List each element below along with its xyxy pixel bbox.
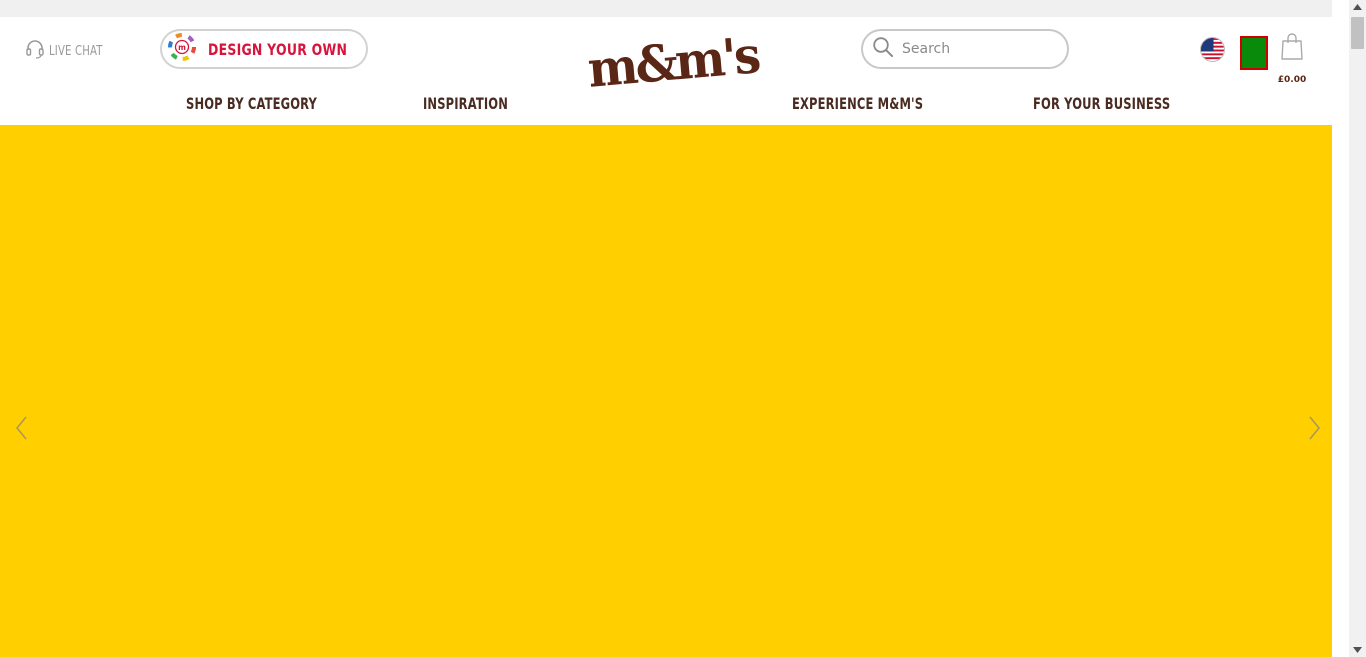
headset-icon xyxy=(25,39,45,64)
design-your-own-button[interactable]: m DESIGN YOUR OWN xyxy=(160,29,368,69)
scroll-up-arrow-icon[interactable] xyxy=(1349,0,1366,14)
chevron-left-icon xyxy=(14,416,30,445)
nav-experience-mms[interactable]: EXPERIENCE M&M'S xyxy=(792,94,923,113)
scroll-down-arrow-icon[interactable] xyxy=(1349,643,1366,657)
top-utility-bar xyxy=(0,0,1332,17)
search-field[interactable] xyxy=(861,29,1069,69)
site-header: LIVE CHAT m DESIGN YOUR OWN m&m's ® Sear… xyxy=(0,17,1332,125)
shopping-bag-icon xyxy=(1281,32,1303,65)
svg-text:m: m xyxy=(178,43,186,52)
cart-total: £0.00 xyxy=(1277,75,1307,85)
account-widget[interactable] xyxy=(1240,36,1268,70)
nav-for-your-business[interactable]: FOR YOUR BUSINESS xyxy=(1033,94,1170,113)
carousel-next-button[interactable] xyxy=(1306,415,1322,441)
carousel-prev-button[interactable] xyxy=(14,415,30,441)
live-chat-link[interactable]: LIVE CHAT xyxy=(25,39,118,64)
logo-registered-mark: ® xyxy=(735,49,744,59)
live-chat-label: LIVE CHAT xyxy=(49,44,103,59)
scroll-thumb[interactable] xyxy=(1351,17,1364,49)
logo-text: m&m's xyxy=(585,25,761,99)
nav-inspiration[interactable]: INSPIRATION xyxy=(423,94,508,113)
mm-color-wheel-icon: m xyxy=(168,32,196,66)
design-your-own-label: DESIGN YOUR OWN xyxy=(208,39,348,59)
page-scrollbar[interactable] xyxy=(1349,0,1366,657)
search-icon[interactable] xyxy=(872,36,894,63)
hero-carousel xyxy=(0,125,1332,657)
nav-shop-by-category[interactable]: SHOP BY CATEGORY xyxy=(186,94,317,113)
search-input[interactable] xyxy=(902,41,1052,57)
chevron-right-icon xyxy=(1306,416,1322,445)
cart-button[interactable]: £0.00 xyxy=(1276,32,1308,85)
mms-logo[interactable]: m&m's ® xyxy=(585,25,760,117)
us-flag-icon[interactable] xyxy=(1200,37,1225,62)
